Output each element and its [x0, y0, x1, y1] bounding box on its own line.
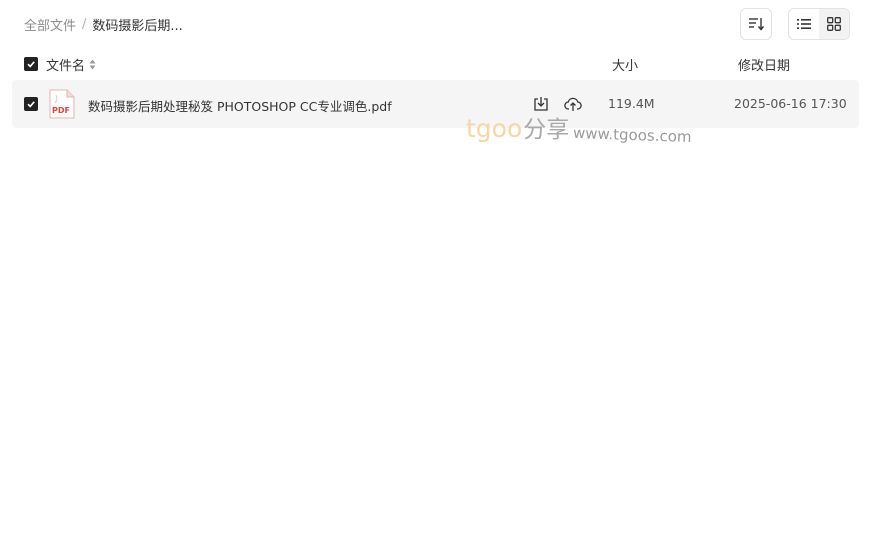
grid-view-button[interactable] [819, 9, 849, 39]
sort-caret-icon [89, 59, 96, 70]
list-view-icon [797, 19, 811, 29]
breadcrumb-root-link[interactable]: 全部文件 [24, 15, 76, 34]
column-header-name[interactable]: 文件名 [46, 55, 96, 74]
grid-view-icon [827, 17, 841, 31]
file-list-header: 文件名 大小 修改日期 [12, 50, 859, 78]
breadcrumb-current: 数码摄影后期... [92, 18, 183, 34]
column-header-size[interactable]: 大小 [612, 55, 638, 74]
watermark-suffix: 分享 [523, 117, 570, 143]
view-toggle [788, 8, 850, 40]
file-name[interactable]: 数码摄影后期处理秘笈 PHOTOSHOP CC专业调色.pdf [88, 96, 392, 115]
file-modified-date: 2025-06-16 17:30 [734, 96, 847, 111]
checkmark-icon [27, 101, 35, 108]
list-view-button[interactable] [789, 9, 819, 39]
sort-button[interactable] [740, 8, 772, 40]
pdf-file-icon: PDF [49, 89, 75, 119]
file-row[interactable]: PDF 数码摄影后期处理秘笈 PHOTOSHOP CC专业调色.pdf 119.… [12, 80, 859, 128]
file-checkbox[interactable] [24, 97, 38, 111]
file-size: 119.4M [608, 96, 655, 111]
select-all-checkbox[interactable] [24, 57, 38, 71]
breadcrumb-separator: / [82, 16, 87, 32]
pdf-type-label: PDF [52, 106, 70, 115]
watermark: tgoo 分享 www.tgoos.com [466, 110, 693, 147]
breadcrumb: 全部文件 / 数码摄影后期... [24, 15, 183, 34]
checkmark-icon [27, 61, 35, 68]
sort-lines-icon [749, 18, 764, 31]
watermark-url: www.tgoos.com [572, 123, 693, 147]
watermark-brand: tgoo [466, 114, 523, 143]
column-header-date[interactable]: 修改日期 [738, 55, 790, 74]
column-header-name-label: 文件名 [46, 59, 86, 74]
